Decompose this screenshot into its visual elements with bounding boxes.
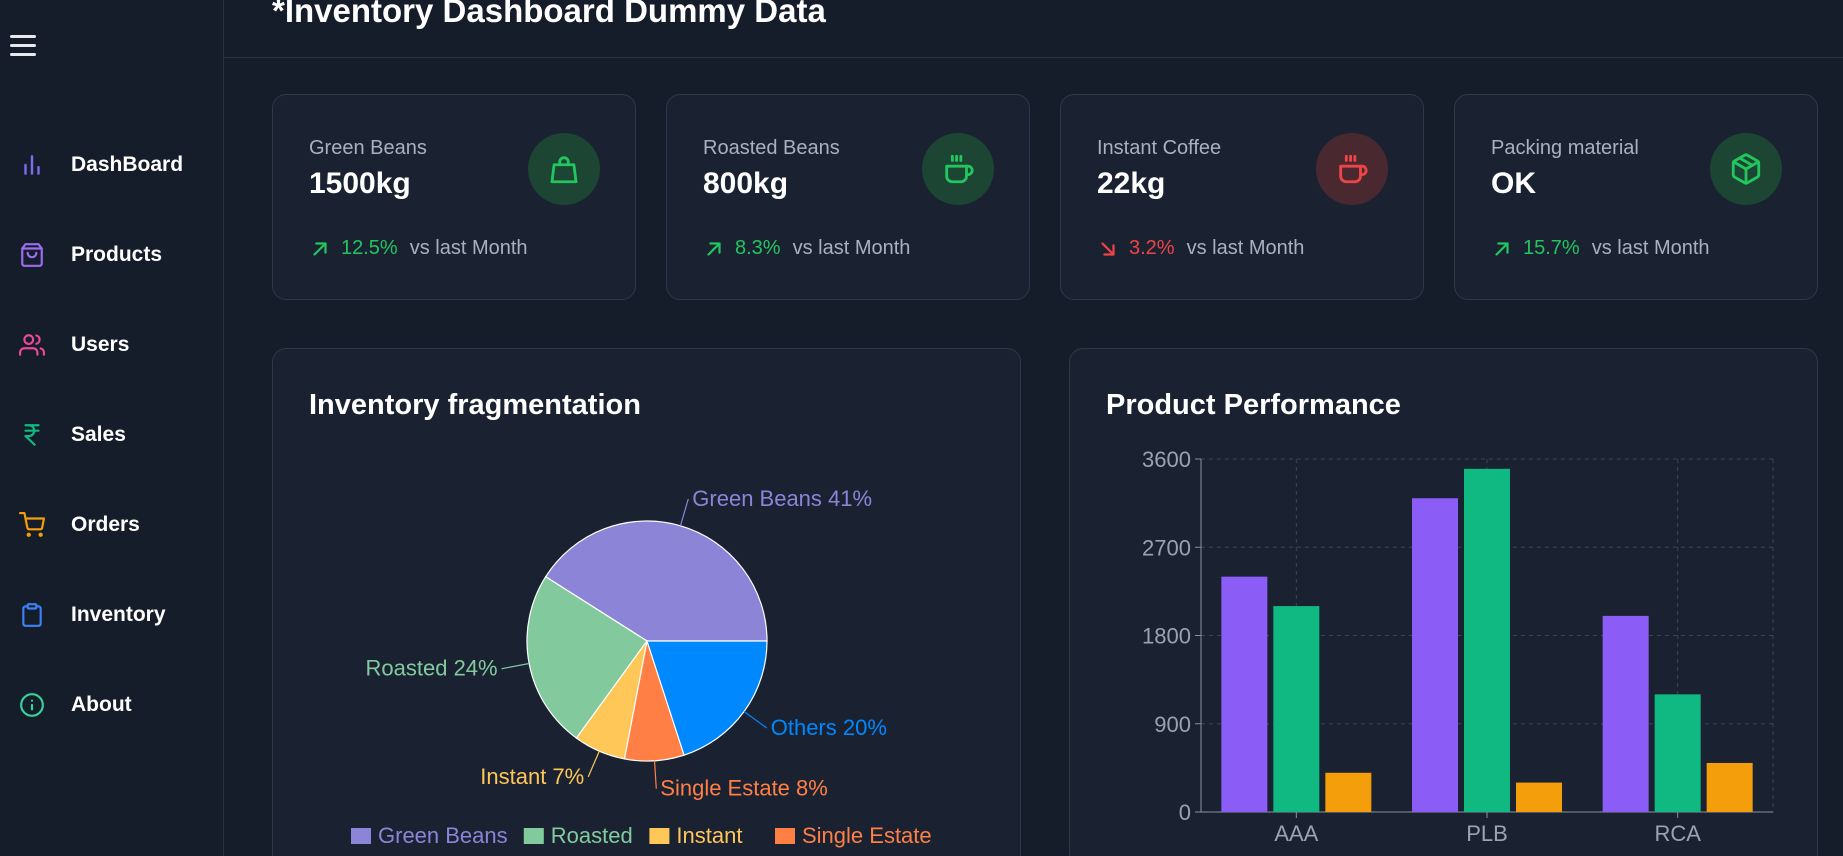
stat-label: Roasted Beans — [703, 137, 840, 159]
stat-percent: 12.5% — [341, 237, 398, 259]
pie-slice-label: Green Beans 41% — [692, 486, 872, 511]
y-tick-label: 900 — [1154, 712, 1191, 737]
pie-chart: Green Beans 41% Roasted 24% Instant 7% Sing… — [351, 486, 932, 848]
stat-percent: 8.3% — [735, 237, 781, 259]
sidebar-item-label: Inventory — [71, 603, 166, 626]
sidebar-item-dashboard[interactable]: DashBoard — [0, 135, 223, 195]
clipboard-icon — [18, 601, 46, 629]
sidebar-item-label: Sales — [71, 423, 126, 446]
stat-value: 1500kg — [309, 167, 411, 200]
legend-item[interactable]: Instant — [676, 823, 742, 848]
stat-trend: 8.3% vs last Month — [703, 237, 910, 260]
arrow-up-right-icon — [707, 241, 721, 256]
bar-chart: 0 900 1800 2700 3600 AAA PLB RCA — [1142, 447, 1774, 846]
page-title: *Inventory Dashboard Dummy Data — [272, 0, 826, 29]
y-tick-label: 3600 — [1142, 447, 1191, 472]
sidebar-item-about[interactable]: About — [0, 675, 223, 735]
stat-comparison: vs last Month — [792, 237, 911, 259]
sidebar-item-orders[interactable]: Orders — [0, 495, 223, 555]
pie-slice-label: Single Estate 8% — [660, 776, 828, 801]
sidebar-item-inventory[interactable]: Inventory — [0, 585, 223, 645]
pie-slice-label: Roasted 24% — [366, 656, 498, 681]
bar-aaa-1[interactable] — [1273, 606, 1320, 812]
stat-value: 800kg — [703, 167, 789, 200]
stat-comparison: vs last Month — [1591, 237, 1710, 259]
sidebar-item-label: About — [71, 693, 132, 716]
y-tick-label: 1800 — [1142, 624, 1191, 649]
menu-icon[interactable] — [10, 34, 36, 58]
users-icon — [18, 331, 46, 359]
sidebar-item-products[interactable]: Products — [0, 225, 223, 285]
legend-swatch — [351, 828, 371, 844]
y-tick-label: 2700 — [1142, 535, 1191, 560]
bar-aaa-2[interactable] — [1325, 772, 1372, 812]
product-performance-panel: Product Performance 0 900 1800 2700 3600 AAA P… — [1069, 348, 1818, 856]
x-tick-label: PLB — [1466, 821, 1508, 846]
stat-card-green-beans: Green Beans 1500kg 12.5% vs last Month — [272, 94, 636, 300]
rupee-icon — [18, 421, 46, 449]
info-icon — [18, 691, 46, 719]
legend-swatch — [775, 828, 795, 844]
header: *Inventory Dashboard Dummy Data — [224, 0, 1843, 58]
sidebar-item-label: Products — [71, 243, 163, 266]
y-tick-label: 0 — [1179, 800, 1191, 825]
stat-label: Instant Coffee — [1097, 137, 1222, 159]
sidebar-item-label: Users — [71, 333, 130, 356]
arrow-down-right-icon — [1101, 241, 1115, 256]
arrow-up-right-icon — [313, 241, 327, 256]
stat-label: Green Beans — [309, 137, 427, 159]
stat-trend: 15.7% vs last Month — [1491, 237, 1710, 260]
pie-label-line — [743, 711, 768, 729]
pie-label-line — [587, 750, 600, 778]
stat-label: Packing material — [1491, 137, 1639, 159]
sidebar-item-label: DashBoard — [71, 153, 184, 176]
stat-value: OK — [1491, 167, 1536, 200]
stat-percent: 3.2% — [1129, 237, 1175, 259]
stat-card-instant-coffee: Instant Coffee 22kg 3.2% vs last Month — [1060, 94, 1424, 300]
shopping-cart-icon — [18, 511, 46, 539]
pie-label-line — [501, 662, 530, 670]
bar-aaa-0[interactable] — [1221, 576, 1268, 812]
sidebar-item-users[interactable]: Users — [0, 315, 223, 375]
stat-trend: 12.5% vs last Month — [309, 237, 528, 260]
pie-label-line — [679, 498, 689, 526]
sidebar: DashBoard Products Users Sales Orders In… — [0, 0, 224, 856]
bar-rca-1[interactable] — [1654, 694, 1701, 812]
inventory-fragmentation-panel: Inventory fragmentation Green Beans 41% R… — [272, 348, 1021, 856]
stat-comparison: vs last Month — [409, 237, 528, 259]
pie-slice-label: Others 20% — [771, 715, 887, 740]
pie-label-line — [653, 760, 657, 789]
shopping-bag-icon — [528, 133, 600, 205]
pie-slice-label: Instant 7% — [480, 764, 584, 789]
legend-swatch — [523, 828, 544, 844]
stat-comparison: vs last Month — [1186, 237, 1305, 259]
shopping-bag-icon — [18, 241, 46, 269]
coffee-cup-icon — [1316, 133, 1388, 205]
bar-plb-2[interactable] — [1516, 782, 1562, 812]
stat-card-packing-material: Packing material OK 15.7% vs last Month — [1454, 94, 1818, 300]
legend-swatch — [649, 828, 670, 844]
x-tick-label: AAA — [1274, 821, 1318, 846]
arrow-up-right-icon — [1495, 241, 1509, 256]
legend-item[interactable]: Single Estate — [802, 823, 932, 848]
legend-item[interactable]: Green Beans — [378, 823, 508, 848]
bar-plb-1[interactable] — [1464, 468, 1510, 812]
coffee-cup-icon — [922, 133, 994, 205]
bar-rca-2[interactable] — [1706, 762, 1753, 812]
stat-percent: 15.7% — [1523, 237, 1580, 259]
bar-rca-0[interactable] — [1602, 615, 1649, 812]
sidebar-item-sales[interactable]: Sales — [0, 405, 223, 465]
bar-plb-0[interactable] — [1412, 498, 1458, 812]
x-tick-label: RCA — [1654, 821, 1701, 846]
sidebar-item-label: Orders — [71, 513, 140, 536]
bar-chart-icon — [18, 151, 46, 179]
stat-card-roasted-beans: Roasted Beans 800kg 8.3% vs last Month — [666, 94, 1030, 300]
legend-item[interactable]: Roasted — [551, 823, 633, 848]
stat-value: 22kg — [1097, 167, 1166, 200]
package-icon — [1710, 133, 1782, 205]
stat-trend: 3.2% vs last Month — [1097, 237, 1304, 260]
